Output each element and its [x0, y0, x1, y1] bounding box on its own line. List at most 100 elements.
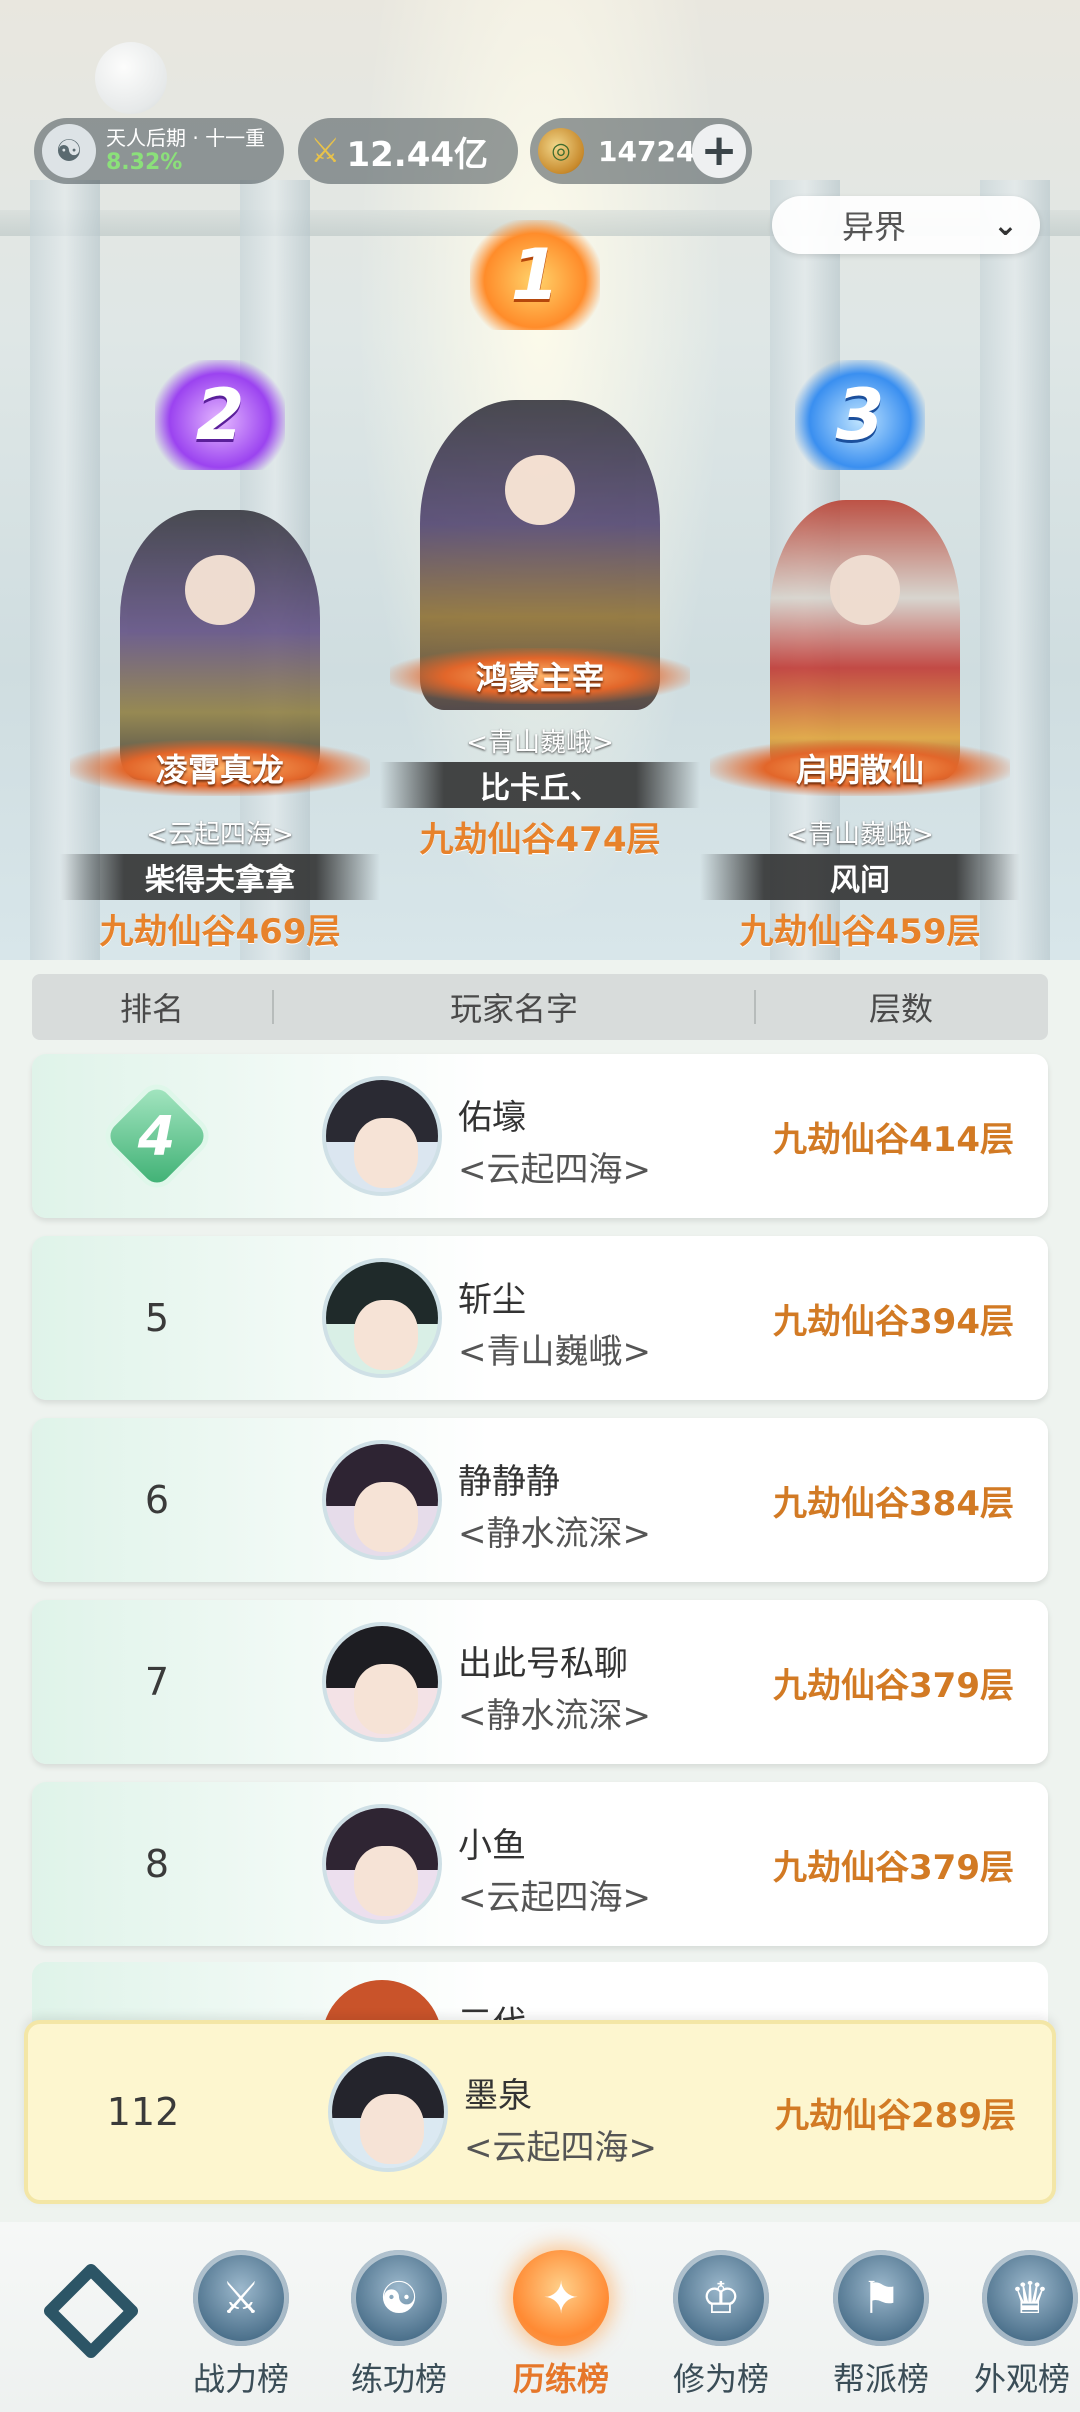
tab-label: 修为榜 [672, 2360, 769, 2398]
rank-value: 7 [144, 1660, 170, 1704]
player-floor: 九劫仙谷379层 [773, 1665, 1014, 1706]
bottom-nav: ⚔ 战力榜 ☯ 练功榜 ✦ 历练榜 ♔ 修为榜 ⚑ 帮派榜 ♛ 外观榜 [0, 2222, 1080, 2412]
tab-cultivation-rank[interactable]: ♔ 修为榜 [646, 2250, 796, 2410]
column-player-header: 玩家名字 [449, 990, 578, 1028]
jade-coin-icon: ◎ [538, 128, 584, 174]
moon-decoration [95, 42, 167, 114]
tab-label: 历练榜 [512, 2360, 609, 2398]
scholar-hat-icon: ♔ [673, 2250, 769, 2346]
costume-icon: ♛ [982, 2250, 1078, 2346]
region-dropdown[interactable]: 异界 ⌄ [772, 196, 1040, 254]
table-row[interactable]: 5 斩尘 <青山巍峨> 九劫仙谷394层 [32, 1236, 1048, 1400]
player-guild: <静水流深> [458, 1696, 651, 1736]
tab-label: 外观榜 [974, 2360, 1071, 2398]
tab-trial-rank[interactable]: ✦ 历练榜 [486, 2250, 636, 2410]
rank-1-name[interactable]: 比卡丘、 [380, 762, 700, 808]
rank-2-floor: 九劫仙谷469层 [99, 912, 341, 952]
currency-display: ◎ 14724 + [530, 118, 752, 184]
avatar[interactable] [322, 1622, 442, 1742]
avatar-face [354, 1300, 418, 1370]
player-name: 出此号私聊 [458, 1644, 628, 1684]
region-selected-label: 异界 [842, 208, 907, 246]
main-menu-button[interactable] [36, 2261, 146, 2361]
tab-label: 帮派榜 [832, 2360, 929, 2398]
avatar[interactable] [328, 2052, 448, 2172]
rank-value: 5 [144, 1296, 170, 1340]
cultivator-avatar-icon: ☯ [42, 124, 96, 178]
player-floor: 九劫仙谷414层 [773, 1119, 1014, 1160]
tab-power-rank[interactable]: ⚔ 战力榜 [166, 2250, 316, 2410]
rank-3-name[interactable]: 风间 [700, 854, 1020, 900]
rank-3-character[interactable] [770, 500, 960, 780]
leaderboard-scene: ☯ 天人后期 · 十一重 8.32% ⚔ 12.44亿 ◎ 14724 + 异界… [0, 0, 1080, 960]
rank-value: 6 [144, 1478, 170, 1522]
tab-appearance-rank[interactable]: ♛ 外观榜 [966, 2250, 1080, 2410]
player-name: 佑壕 [458, 1098, 526, 1138]
player-floor: 九劫仙谷394层 [773, 1301, 1014, 1342]
my-rank-row[interactable]: 112 墨泉 <云起四海> 九劫仙谷289层 [24, 2020, 1056, 2204]
rank-3-badge: 3 [795, 360, 925, 470]
player-floor: 九劫仙谷379层 [773, 1847, 1014, 1888]
table-row[interactable]: 8 小鱼 <云起四海> 九劫仙谷379层 [32, 1782, 1048, 1946]
rank-2-guild: <云起四海> [146, 820, 294, 850]
realm-percent: 8.32% [106, 149, 183, 175]
avatar [322, 1980, 442, 2022]
rank-1-badge: 1 [470, 220, 600, 330]
my-player-floor: 九劫仙谷289层 [775, 2095, 1016, 2136]
add-currency-button[interactable]: + [692, 124, 746, 178]
avatar-face [354, 1846, 418, 1916]
rank-1-floor: 九劫仙谷474层 [419, 820, 661, 860]
currency-value: 14724 [598, 134, 696, 168]
player-floor: 九劫仙谷384层 [773, 1483, 1014, 1524]
table-row[interactable]: 6 静静静 <静水流深> 九劫仙谷384层 [32, 1418, 1048, 1582]
rank-4-diamond-icon: 4 [104, 1083, 210, 1189]
player-guild: <云起四海> [458, 1878, 651, 1918]
rank-2-badge: 2 [155, 360, 285, 470]
crossed-swords-icon: ⚔ [310, 131, 341, 171]
character-face [505, 455, 575, 525]
avatar[interactable] [322, 1258, 442, 1378]
tab-label: 战力榜 [192, 2360, 289, 2398]
character-face [185, 555, 255, 625]
rank-1-title: 鸿蒙主宰 [390, 648, 690, 704]
player-name: 斩尘 [458, 1280, 526, 1320]
combat-power: ⚔ 12.44亿 [298, 118, 518, 184]
rank-3-title: 启明散仙 [710, 740, 1010, 796]
star-compass-icon: ✦ [513, 2250, 609, 2346]
player-name: 静静静 [458, 1462, 560, 1502]
rank-cell: 4 [32, 1054, 282, 1218]
rank-2-title: 凌霄真龙 [70, 740, 370, 796]
rank-1-guild: <青山巍峨> [466, 728, 614, 758]
my-rank-value: 112 [106, 2090, 180, 2134]
rank-3-floor: 九劫仙谷459层 [739, 912, 981, 952]
tab-training-rank[interactable]: ☯ 练功榜 [324, 2250, 474, 2410]
rank-2-name[interactable]: 柴得夫拿拿 [60, 854, 380, 900]
realm-status[interactable]: ☯ 天人后期 · 十一重 8.32% [34, 118, 284, 184]
avatar-face [360, 2094, 424, 2164]
banner-icon: ⚑ [833, 2250, 929, 2346]
swords-icon: ⚔ [193, 2250, 289, 2346]
avatar[interactable] [322, 1440, 442, 1560]
avatar-face [354, 1118, 418, 1188]
combat-power-value: 12.44亿 [346, 134, 489, 175]
player-guild: <云起四海> [458, 1150, 651, 1190]
column-rank-header: 排名 [119, 990, 184, 1028]
realm-name: 天人后期 · 十一重 [106, 125, 266, 150]
table-row-partial[interactable]: 三代 [32, 1962, 1048, 2022]
tab-guild-rank[interactable]: ⚑ 帮派榜 [806, 2250, 956, 2410]
ranking-table-header: 排名 玩家名字 层数 [32, 974, 1048, 1040]
player-guild: <青山巍峨> [458, 1332, 651, 1372]
chevron-down-icon: ⌄ [992, 208, 1018, 243]
tab-label: 练功榜 [350, 2360, 447, 2398]
my-player-guild: <云起四海> [464, 2128, 657, 2168]
avatar[interactable] [322, 1076, 442, 1196]
avatar-face [354, 1664, 418, 1734]
column-floor-header: 层数 [868, 990, 933, 1028]
rank-value: 8 [144, 1842, 170, 1886]
rank-value: 4 [138, 1104, 176, 1168]
table-row[interactable]: 7 出此号私聊 <静水流深> 九劫仙谷379层 [32, 1600, 1048, 1764]
player-guild: <静水流深> [458, 1514, 651, 1554]
player-name: 小鱼 [458, 1826, 526, 1866]
avatar[interactable] [322, 1804, 442, 1924]
table-row[interactable]: 4 佑壕 <云起四海> 九劫仙谷414层 [32, 1054, 1048, 1218]
